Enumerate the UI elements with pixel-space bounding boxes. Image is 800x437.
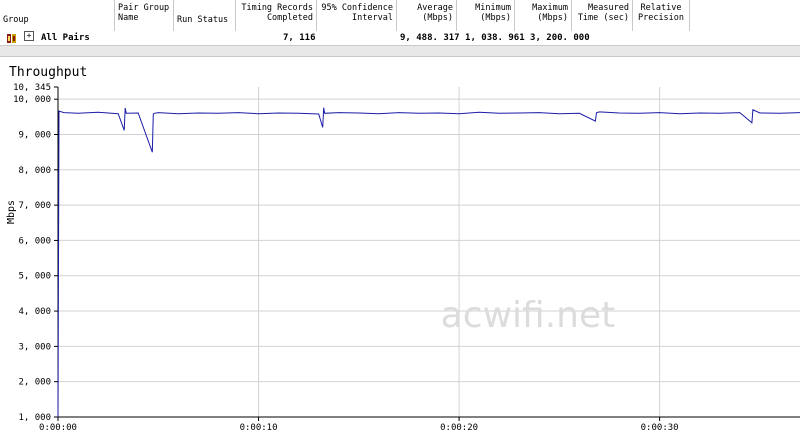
y-tick-label: 7, 000 [18,201,51,211]
throughput-series-line [57,107,800,418]
column-header-run-status[interactable]: Run Status [174,0,236,31]
y-tick-label: 2, 000 [18,378,51,388]
x-tick-label: 0:00:30 [641,423,679,433]
group-name: All Pairs [41,33,90,43]
x-tick-label: 0:00:20 [440,423,478,433]
column-header-confidence-interval[interactable]: 95% Confidence Interval [317,0,397,31]
y-axis-label: Mbps [6,200,17,224]
results-header: Group Pair Group Name Run Status Timing … [0,0,800,32]
y-tick-label: 10, 345 [13,83,51,93]
y-tick-label: 9, 000 [18,130,51,140]
column-header-relative-precision[interactable]: Relative Precision [633,0,690,31]
column-header-maximum[interactable]: Maximum (Mbps) [515,0,572,31]
column-header-minimum[interactable]: Minimum (Mbps) [457,0,515,31]
timing-records-value: 7, 116 [283,33,316,43]
splitter-bar[interactable] [0,46,800,57]
y-tick-label: 8, 000 [18,166,51,176]
expand-toggle[interactable]: + [24,31,34,41]
column-header-measured-time[interactable]: Measured Time (sec) [572,0,633,31]
column-header-average[interactable]: Average (Mbps) [397,0,457,31]
throughput-chart: 10, 345 10, 000 9, 000 8, 000 7, 000 6, 000 5,… [6,83,800,433]
y-tick-label: 6, 000 [18,236,51,246]
watermark: acwifi.net [441,295,616,336]
column-header-group[interactable]: Group [0,0,115,31]
column-header-pair-group-name[interactable]: Pair Group Name [115,0,174,31]
table-row[interactable]: + All Pairs 7, 116 9, 488. 317 1, 038. 9… [0,31,800,46]
x-tick-label: 0:00:00 [39,423,77,433]
y-tick-label: 1, 000 [18,413,51,423]
y-tick-label: 5, 000 [18,272,51,282]
throughput-stats-values: 9, 488. 317 1, 038. 961 3, 200. 000 [400,33,590,43]
x-tick-label: 0:00:10 [240,423,278,433]
y-tick-label: 10, 000 [13,95,51,105]
pair-group-icon [7,34,16,43]
y-tick-label: 4, 000 [18,307,51,317]
column-header-timing-records[interactable]: Timing Records Completed [236,0,317,31]
y-tick-label: 3, 000 [18,342,51,352]
